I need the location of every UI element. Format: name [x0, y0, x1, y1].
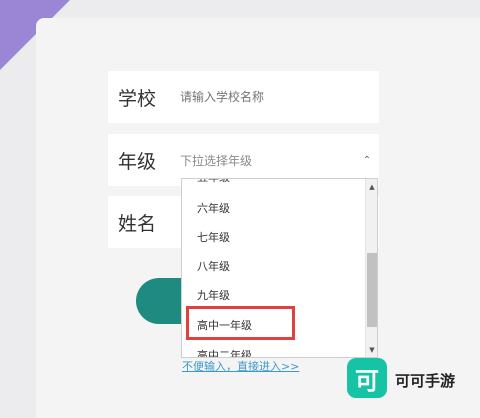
- school-label: 学校: [118, 87, 157, 110]
- brand-logo: 可: [347, 358, 387, 398]
- dropdown-scrollbar[interactable]: ▲ ▼: [365, 179, 377, 357]
- scrollbar-thumb[interactable]: [367, 253, 377, 327]
- dropdown-option[interactable]: 九年级: [197, 287, 230, 303]
- scroll-up-icon[interactable]: ▲: [366, 183, 377, 191]
- dropdown-option[interactable]: 六年级: [197, 200, 230, 216]
- name-label: 姓名: [118, 212, 157, 235]
- brand-name: 可可手游: [395, 372, 456, 390]
- school-input[interactable]: [180, 90, 379, 104]
- skip-link[interactable]: 不便输入，直接进入>>: [182, 358, 299, 374]
- selection-highlight-box: [186, 306, 295, 340]
- grade-label: 年级: [118, 150, 157, 173]
- dropdown-option[interactable]: 七年级: [197, 229, 230, 245]
- dropdown-option[interactable]: 八年级: [197, 258, 230, 274]
- dropdown-option[interactable]: 高中二年级: [197, 347, 252, 357]
- chevron-up-icon[interactable]: ⌃: [355, 155, 379, 166]
- scroll-down-icon[interactable]: ▼: [366, 346, 377, 354]
- school-field[interactable]: 学校: [108, 71, 379, 123]
- grade-select[interactable]: 下拉选择年级: [180, 152, 355, 169]
- dropdown-option-partial: 五年级: [197, 179, 230, 185]
